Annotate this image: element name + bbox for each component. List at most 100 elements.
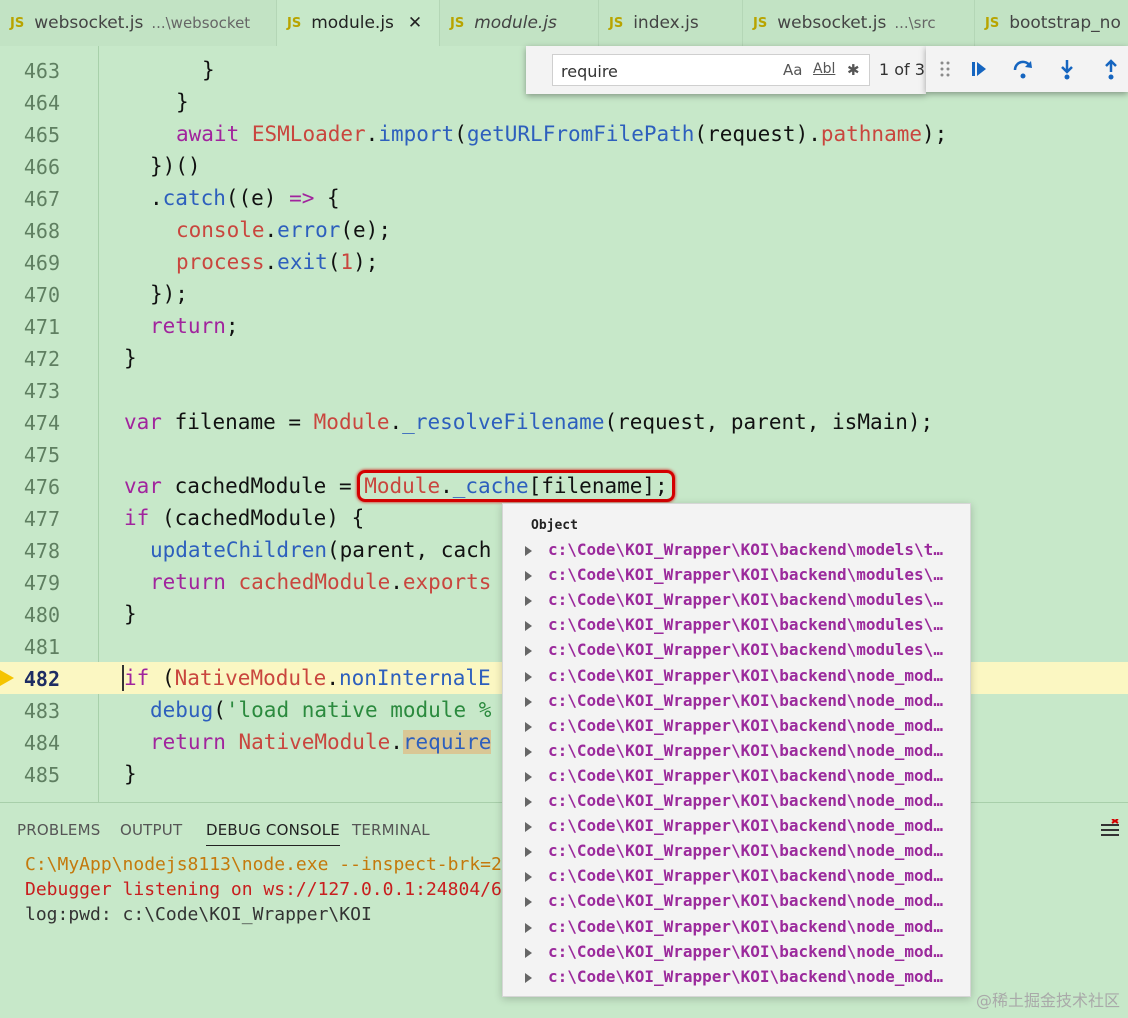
expand-arrow-icon[interactable] bbox=[525, 621, 532, 632]
continue-icon[interactable] bbox=[964, 54, 994, 84]
popup-tree-row[interactable]: c:\Code\KOI_Wrapper\KOI\backend\node_mod… bbox=[503, 965, 970, 990]
expand-arrow-icon[interactable] bbox=[525, 947, 532, 958]
regex-icon[interactable]: ✱ bbox=[847, 61, 860, 79]
tab-module-js-preview[interactable]: JS module.js bbox=[440, 0, 599, 46]
expand-arrow-icon[interactable] bbox=[525, 746, 532, 757]
popup-tree-row[interactable]: c:\Code\KOI_Wrapper\KOI\backend\node_mod… bbox=[503, 689, 970, 714]
popup-tree-row[interactable]: c:\Code\KOI_Wrapper\KOI\backend\node_mod… bbox=[503, 864, 970, 889]
expand-arrow-icon[interactable] bbox=[525, 972, 532, 983]
popup-row-label: c:\Code\KOI_Wrapper\KOI\backend\node_mod… bbox=[548, 690, 943, 710]
line-code: var filename = Module._resolveFilename(r… bbox=[124, 410, 934, 434]
line-number: 474 bbox=[23, 411, 60, 435]
popup-tree-row[interactable]: c:\Code\KOI_Wrapper\KOI\backend\node_mod… bbox=[503, 940, 970, 965]
step-over-icon[interactable] bbox=[1008, 54, 1038, 84]
popup-tree-row[interactable]: c:\Code\KOI_Wrapper\KOI\backend\node_mod… bbox=[503, 664, 970, 689]
expand-arrow-icon[interactable] bbox=[525, 596, 532, 607]
line-code: } bbox=[202, 58, 215, 82]
expand-arrow-icon[interactable] bbox=[525, 721, 532, 732]
match-case-icon[interactable]: Aa bbox=[783, 61, 802, 79]
tab-label: bootstrap_no bbox=[1009, 13, 1121, 33]
tab-index-js[interactable]: JS index.js bbox=[599, 0, 743, 46]
expand-arrow-icon[interactable] bbox=[525, 922, 532, 933]
expand-arrow-icon[interactable] bbox=[525, 771, 532, 782]
popup-tree-row[interactable]: c:\Code\KOI_Wrapper\KOI\backend\models\t… bbox=[503, 538, 970, 563]
tab-output[interactable]: OUTPUT bbox=[120, 821, 182, 839]
line-code: process.exit(1); bbox=[176, 250, 379, 274]
code-line[interactable]: 470 }); bbox=[0, 278, 1128, 310]
expand-arrow-icon[interactable] bbox=[525, 797, 532, 807]
popup-row-label: c:\Code\KOI_Wrapper\KOI\backend\node_mod… bbox=[548, 765, 943, 785]
line-code: if (cachedModule) { bbox=[124, 506, 365, 530]
step-into-icon[interactable] bbox=[1052, 54, 1082, 84]
js-file-icon: JS bbox=[985, 15, 1000, 31]
js-file-icon: JS bbox=[450, 15, 465, 31]
popup-row-label: c:\Code\KOI_Wrapper\KOI\backend\modules\… bbox=[548, 640, 943, 660]
expand-arrow-icon[interactable] bbox=[525, 872, 532, 883]
debug-hover-popup: Object c:\Code\KOI_Wrapper\KOI\backend\m… bbox=[502, 503, 971, 997]
code-line[interactable]: 471 return; bbox=[0, 310, 1128, 342]
line-number: 484 bbox=[23, 731, 60, 755]
popup-row-label: c:\Code\KOI_Wrapper\KOI\backend\node_mod… bbox=[548, 966, 943, 986]
line-number: 478 bbox=[23, 539, 60, 563]
match-count: 1 of 32 bbox=[879, 60, 925, 79]
popup-tree-row[interactable]: c:\Code\KOI_Wrapper\KOI\backend\node_mod… bbox=[503, 789, 970, 814]
step-out-icon[interactable] bbox=[1096, 54, 1126, 84]
tab-module-js-active[interactable]: JS module.js ✕ bbox=[277, 0, 440, 46]
drag-handle-icon[interactable] bbox=[930, 54, 960, 84]
whole-word-icon[interactable]: Abl bbox=[813, 61, 835, 77]
line-number: 482 bbox=[23, 667, 60, 691]
code-line[interactable]: 465 await ESMLoader.import(getURLFromFil… bbox=[0, 118, 1128, 150]
code-line[interactable]: 473 bbox=[0, 374, 1128, 406]
tab-debug-console[interactable]: DEBUG CONSOLE bbox=[206, 821, 340, 846]
code-line[interactable]: 468 console.error(e); bbox=[0, 214, 1128, 246]
tab-websocket-js-1[interactable]: JS websocket.js ...\websocket bbox=[0, 0, 277, 46]
code-line[interactable]: 466 })() bbox=[0, 150, 1128, 182]
code-line[interactable]: 472 } bbox=[0, 342, 1128, 374]
popup-tree-row[interactable]: c:\Code\KOI_Wrapper\KOI\backend\node_mod… bbox=[503, 915, 970, 940]
line-code: } bbox=[124, 602, 137, 626]
popup-row-label: c:\Code\KOI_Wrapper\KOI\backend\models\t… bbox=[548, 540, 943, 559]
find-input[interactable] bbox=[559, 59, 763, 83]
expand-arrow-icon[interactable] bbox=[525, 696, 532, 707]
close-icon[interactable]: ✕ bbox=[408, 13, 422, 33]
expand-arrow-icon[interactable] bbox=[525, 847, 532, 858]
line-number: 480 bbox=[23, 603, 60, 627]
code-line[interactable]: 475 bbox=[0, 438, 1128, 470]
expand-arrow-icon[interactable] bbox=[525, 822, 532, 833]
clear-console-icon[interactable] bbox=[1100, 818, 1120, 843]
expand-arrow-icon[interactable] bbox=[525, 897, 532, 908]
expand-arrow-icon[interactable] bbox=[525, 671, 532, 682]
hover-expression-highlight[interactable]: Module._cache[filename]; bbox=[357, 470, 675, 502]
expand-arrow-icon[interactable] bbox=[525, 546, 532, 556]
popup-tree-row[interactable]: c:\Code\KOI_Wrapper\KOI\backend\modules\… bbox=[503, 613, 970, 638]
popup-tree-row[interactable]: c:\Code\KOI_Wrapper\KOI\backend\node_mod… bbox=[503, 739, 970, 764]
line-number: 472 bbox=[23, 347, 60, 371]
tab-bootstrap-node[interactable]: JS bootstrap_no bbox=[975, 0, 1128, 46]
code-line[interactable]: 476 var cachedModule = Module._cache[fil… bbox=[0, 470, 1128, 502]
line-number: 477 bbox=[23, 507, 60, 531]
tab-label: index.js bbox=[633, 13, 699, 33]
code-line[interactable]: 467 .catch((e) => { bbox=[0, 182, 1128, 214]
tab-problems[interactable]: PROBLEMS bbox=[17, 821, 100, 839]
popup-tree-row[interactable]: c:\Code\KOI_Wrapper\KOI\backend\modules\… bbox=[503, 588, 970, 613]
popup-tree-row[interactable]: c:\Code\KOI_Wrapper\KOI\backend\modules\… bbox=[503, 563, 970, 588]
line-number: 467 bbox=[23, 187, 60, 211]
popup-tree-row[interactable]: c:\Code\KOI_Wrapper\KOI\backend\modules\… bbox=[503, 638, 970, 663]
find-input-box[interactable]: Aa Abl ✱ bbox=[552, 54, 870, 86]
tab-terminal[interactable]: TERMINAL bbox=[352, 821, 430, 839]
popup-tree-row[interactable]: c:\Code\KOI_Wrapper\KOI\backend\node_mod… bbox=[503, 889, 970, 914]
search-match-highlight: require bbox=[402, 730, 492, 754]
expand-arrow-icon[interactable] bbox=[525, 571, 532, 582]
expand-arrow-icon[interactable] bbox=[525, 646, 532, 657]
editor-tab-bar: JS websocket.js ...\websocket JS module.… bbox=[0, 0, 1128, 46]
popup-tree-row[interactable]: c:\Code\KOI_Wrapper\KOI\backend\node_mod… bbox=[503, 814, 970, 839]
tab-websocket-js-2[interactable]: JS websocket.js ...\src bbox=[743, 0, 975, 46]
line-code: .catch((e) => { bbox=[150, 186, 340, 210]
popup-tree-row[interactable]: c:\Code\KOI_Wrapper\KOI\backend\node_mod… bbox=[503, 764, 970, 789]
tab-description: ...\src bbox=[894, 14, 936, 32]
popup-tree-row[interactable]: c:\Code\KOI_Wrapper\KOI\backend\node_mod… bbox=[503, 839, 970, 864]
popup-tree-row[interactable]: c:\Code\KOI_Wrapper\KOI\backend\node_mod… bbox=[503, 714, 970, 739]
code-line[interactable]: 474 var filename = Module._resolveFilena… bbox=[0, 406, 1128, 438]
line-number: 471 bbox=[23, 315, 60, 339]
code-line[interactable]: 469 process.exit(1); bbox=[0, 246, 1128, 278]
